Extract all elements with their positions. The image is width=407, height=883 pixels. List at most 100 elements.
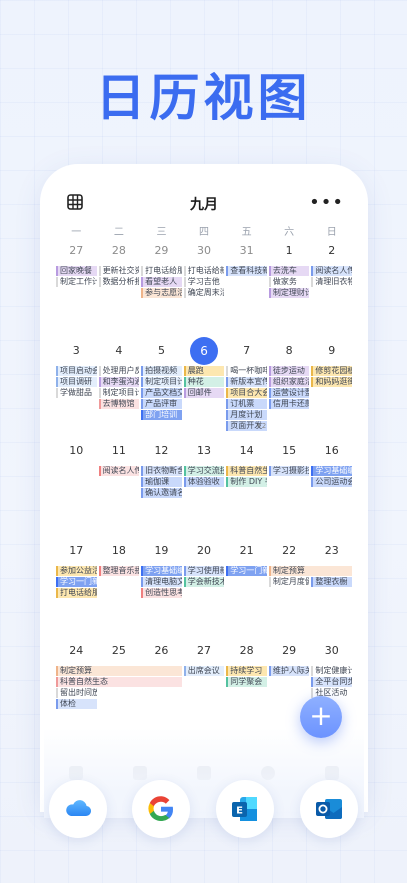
event-chip[interactable]: 确定周末活动 [183, 288, 225, 298]
event-chip[interactable]: 整理衣橱 [311, 577, 352, 587]
day-number[interactable]: 30 [310, 640, 353, 662]
event-chip[interactable]: 阅读名人传记 [98, 466, 140, 476]
event-chip[interactable]: 看望老人 [141, 277, 182, 287]
event-chip[interactable]: 制定项目计划 [141, 377, 182, 387]
event-chip[interactable]: 种花 [183, 377, 225, 387]
event-chip[interactable]: 更新社交资料 [98, 266, 140, 276]
event-chip[interactable]: 同学聚会 [226, 677, 267, 687]
event-chip[interactable]: 去洗车 [268, 266, 310, 276]
event-chip[interactable]: 打电话给朋友 [141, 266, 182, 276]
day-number[interactable]: 2 [310, 240, 353, 262]
event-chip[interactable]: 科普自然生态 [56, 677, 182, 687]
event-chip[interactable]: 学习交流技巧 [183, 466, 225, 476]
event-chip[interactable]: 运营设计整理 [268, 388, 310, 398]
event-chip[interactable]: 体验验收 [183, 477, 225, 487]
day-number[interactable]: 7 [225, 340, 268, 362]
event-chip[interactable]: 学做甜品 [56, 388, 97, 398]
more-menu-icon[interactable]: ••• [309, 192, 344, 213]
event-chip[interactable]: 持续学习 [226, 666, 267, 676]
day-number[interactable]: 31 [225, 240, 268, 262]
event-chip[interactable]: 制定项目计划 [98, 388, 140, 398]
day-number[interactable]: 16 [310, 440, 353, 462]
event-chip[interactable]: 去博物馆 [98, 399, 140, 409]
event-chip[interactable]: 新版本宣传 [226, 377, 267, 387]
event-chip[interactable]: 打电话给新朋友 [183, 266, 225, 276]
event-chip[interactable]: 体检 [56, 699, 97, 709]
event-chip[interactable]: 维护人际关系 [268, 666, 310, 676]
event-chip[interactable]: 留出时间放松 [56, 688, 97, 698]
event-chip[interactable]: 打电话给朋友 [56, 588, 97, 598]
event-chip[interactable]: 确认邀请名单 [141, 488, 182, 498]
event-chip[interactable]: 月度计划 [226, 410, 267, 420]
event-chip[interactable]: 科普自然生态 [226, 466, 267, 476]
event-chip[interactable]: 制定预算 [56, 666, 182, 676]
event-chip[interactable]: 订机票 [226, 399, 267, 409]
event-chip[interactable]: 徒步运动 [268, 366, 310, 376]
today-date[interactable]: 6 [183, 337, 226, 365]
day-number[interactable]: 10 [55, 440, 98, 462]
day-number[interactable]: 5 [140, 340, 183, 362]
event-chip[interactable]: 制定月度健身计划 [268, 577, 310, 587]
event-chip[interactable]: 数据分析报告 [98, 277, 140, 287]
add-event-button[interactable]: + [300, 696, 342, 738]
event-chip[interactable]: 阅读名人传记 [311, 266, 352, 276]
day-number[interactable]: 25 [98, 640, 141, 662]
event-chip[interactable]: 信用卡还款 [268, 399, 310, 409]
event-chip[interactable]: 清理旧衣物 [311, 277, 352, 287]
event-chip[interactable]: 学习使用新软件 [183, 566, 225, 576]
event-chip[interactable]: 拍摄视频 [141, 366, 182, 376]
event-chip[interactable]: 创造性思考 [141, 588, 182, 598]
day-number[interactable]: 11 [98, 440, 141, 462]
event-chip[interactable]: 项目调研 [56, 377, 97, 387]
event-chip[interactable]: 组织家庭活动 [268, 377, 310, 387]
day-number[interactable]: 28 [225, 640, 268, 662]
event-chip[interactable]: 制作 DIY 手工 [226, 477, 267, 487]
day-number[interactable]: 27 [55, 240, 98, 262]
day-number[interactable]: 9 [310, 340, 353, 362]
event-chip[interactable]: 制定理财计划 [268, 288, 310, 298]
event-chip[interactable]: 和妈妈逛街 [311, 377, 352, 387]
day-number[interactable]: 15 [268, 440, 311, 462]
event-chip[interactable]: 项目合大会 [226, 388, 267, 398]
day-number[interactable]: 12 [140, 440, 183, 462]
event-chip[interactable]: 修剪花园植物 [311, 366, 352, 376]
event-chip[interactable]: 学习一门新语言 [226, 566, 267, 576]
event-chip[interactable]: 出席会议 [183, 666, 225, 676]
day-number[interactable]: 8 [268, 340, 311, 362]
event-chip[interactable]: 学习吉他 [183, 277, 225, 287]
day-number[interactable]: 1 [268, 240, 311, 262]
day-number[interactable]: 29 [140, 240, 183, 262]
event-chip[interactable]: 产品评审 [141, 399, 182, 409]
event-chip[interactable]: 晨跑 [183, 366, 225, 376]
event-chip[interactable]: 产品文档交接 [141, 388, 182, 398]
day-number[interactable]: 23 [310, 540, 353, 562]
event-chip[interactable]: 部门培训 [141, 410, 182, 420]
day-number[interactable]: 19 [140, 540, 183, 562]
event-chip[interactable]: 学习基础编程 [141, 566, 182, 576]
event-chip[interactable]: 学习一门新语 [56, 577, 97, 587]
event-chip[interactable]: 参加公益活动 [56, 566, 97, 576]
event-chip[interactable]: 查看科技新闻 [226, 266, 267, 276]
day-number[interactable]: 3 [55, 340, 98, 362]
event-chip[interactable]: 喝一杯咖啡 [226, 366, 267, 376]
day-number[interactable]: 26 [140, 640, 183, 662]
event-chip[interactable]: 旧衣物断舍离 [141, 466, 182, 476]
event-chip[interactable]: 制定工作计划 [56, 277, 97, 287]
event-chip[interactable]: 回邮件 [183, 388, 225, 398]
event-chip[interactable]: 全平台同步 [311, 677, 352, 687]
day-number[interactable]: 4 [98, 340, 141, 362]
day-number[interactable]: 18 [98, 540, 141, 562]
day-number[interactable]: 21 [225, 540, 268, 562]
day-number[interactable]: 14 [225, 440, 268, 462]
event-chip[interactable]: 制定预算 [268, 566, 352, 576]
event-chip[interactable]: 公司运动会 [311, 477, 352, 487]
event-chip[interactable]: 制定健康计划 [311, 666, 352, 676]
event-chip[interactable]: 处理用户反馈 [98, 366, 140, 376]
event-chip[interactable]: 学会新技术 [183, 577, 225, 587]
day-number[interactable]: 13 [183, 440, 226, 462]
event-chip[interactable]: 清理电脑文件 [141, 577, 182, 587]
day-number[interactable]: 29 [268, 640, 311, 662]
event-chip[interactable]: 学习摄影技巧 [268, 466, 310, 476]
event-chip[interactable]: 做家务 [268, 277, 310, 287]
event-chip[interactable]: 项目启动会 [56, 366, 97, 376]
